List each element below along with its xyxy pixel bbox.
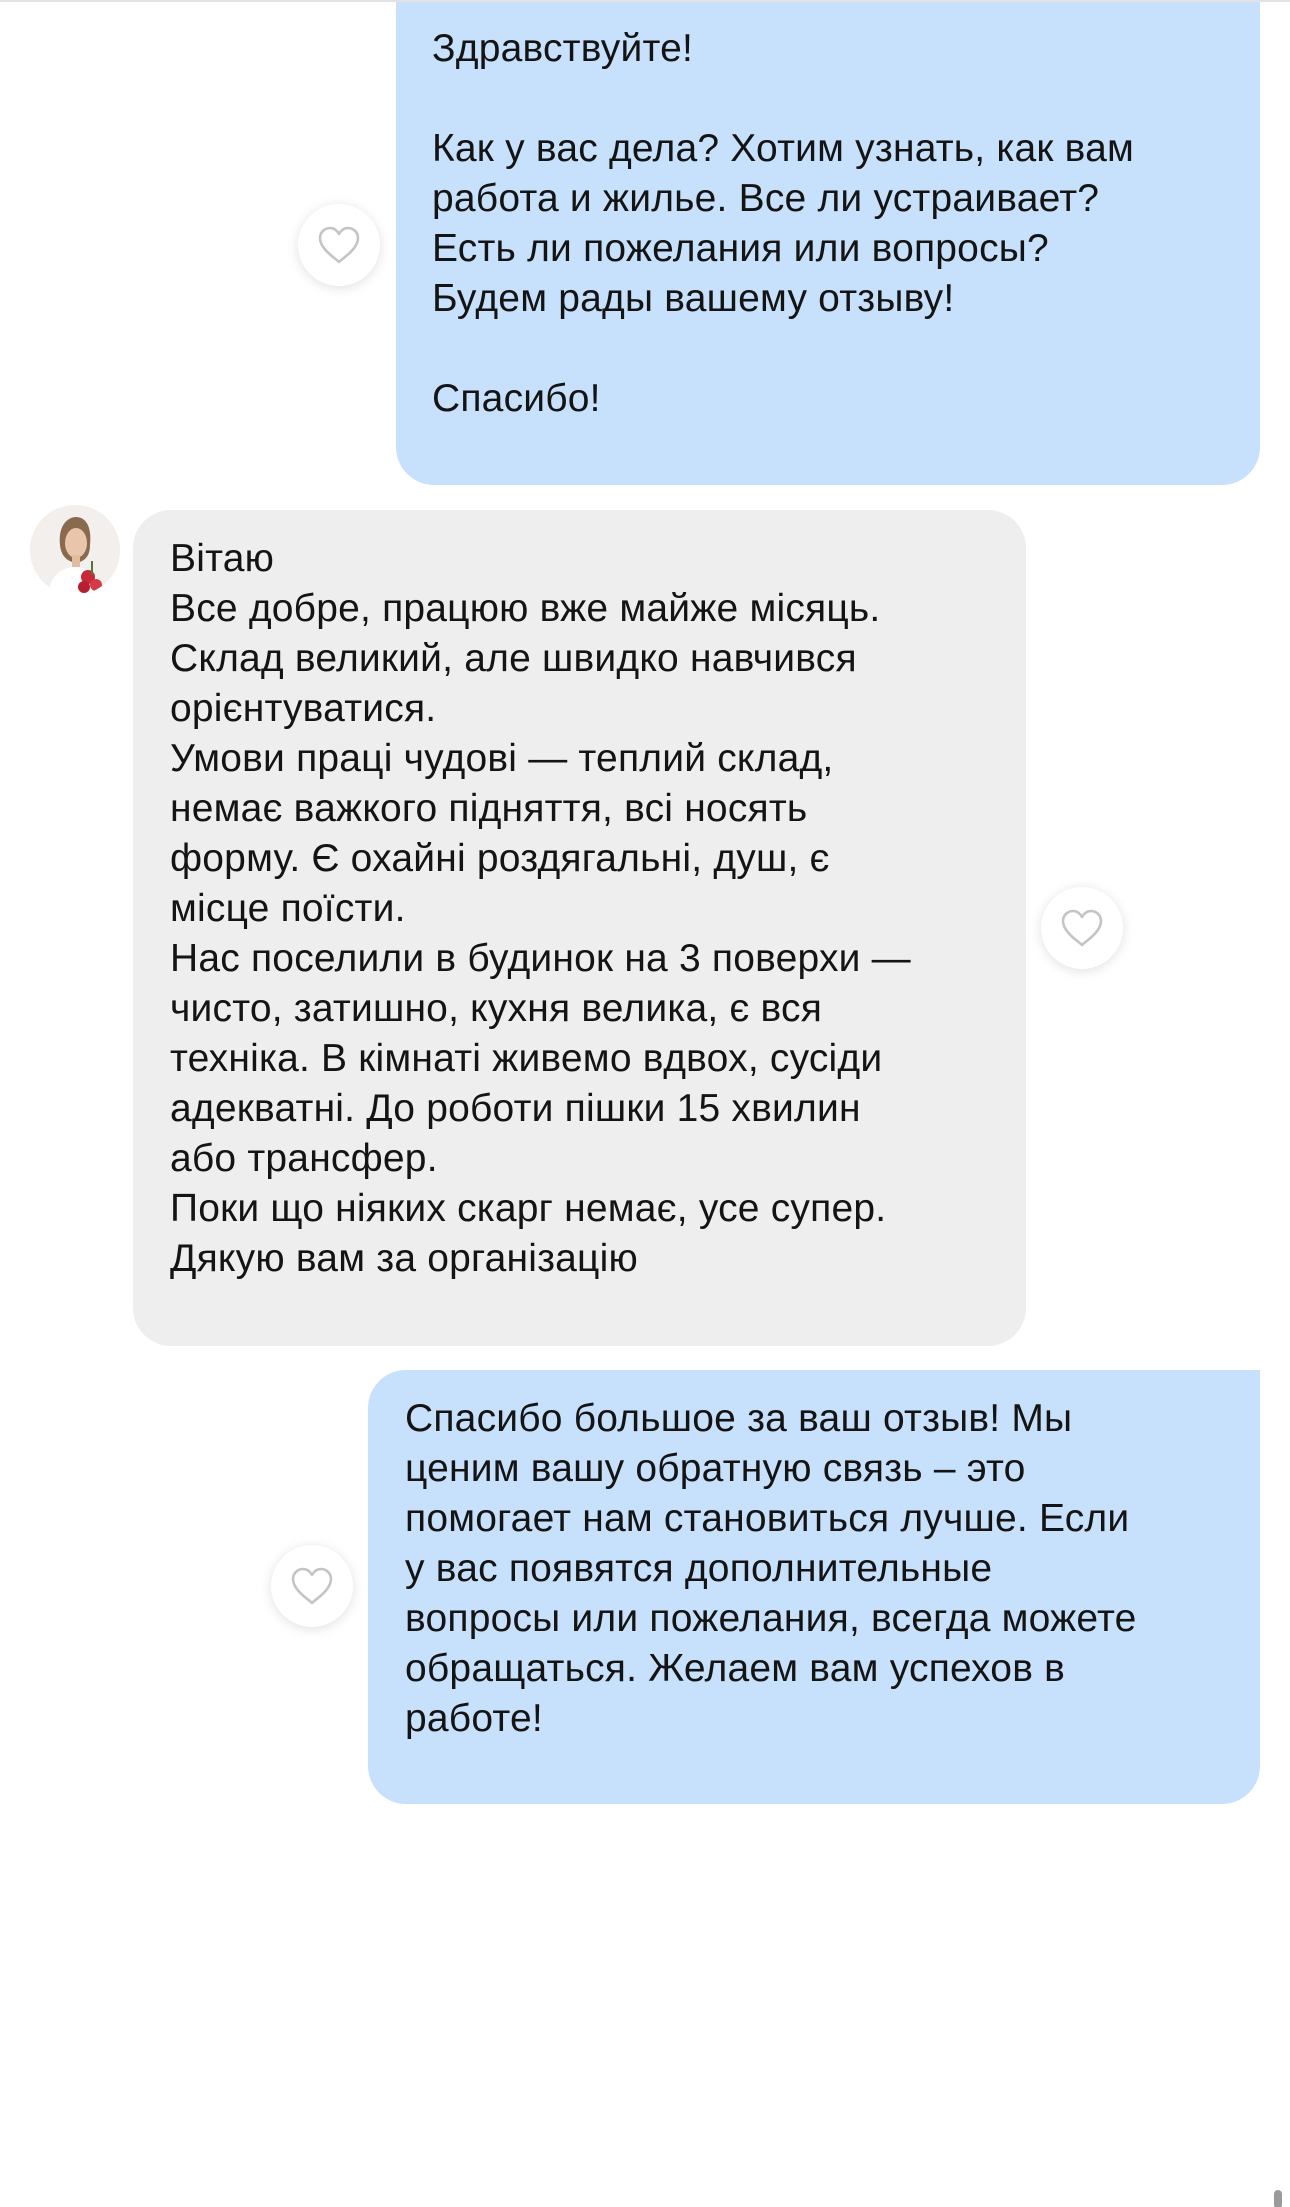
outgoing-message-bubble[interactable]: Спасибо большое за ваш отзыв! Мы ценим в… bbox=[368, 1370, 1260, 1804]
outgoing-message-bubble[interactable]: Здравствуйте! Как у вас дела? Хотим узна… bbox=[396, 2, 1260, 485]
heart-outline-icon bbox=[291, 1567, 333, 1605]
scrollbar-thumb[interactable] bbox=[1274, 2190, 1282, 2207]
incoming-message-bubble[interactable]: Вітаю Все добре, працюю вже майже місяць… bbox=[133, 510, 1026, 1346]
user-avatar-image bbox=[30, 505, 120, 595]
chat-thread[interactable]: Здравствуйте! Как у вас дела? Хотим узна… bbox=[0, 0, 1290, 2207]
like-button[interactable] bbox=[1041, 887, 1123, 969]
like-button[interactable] bbox=[298, 204, 380, 286]
avatar[interactable] bbox=[30, 505, 120, 595]
like-button[interactable] bbox=[271, 1545, 353, 1627]
heart-outline-icon bbox=[318, 226, 360, 264]
heart-outline-icon bbox=[1061, 909, 1103, 947]
